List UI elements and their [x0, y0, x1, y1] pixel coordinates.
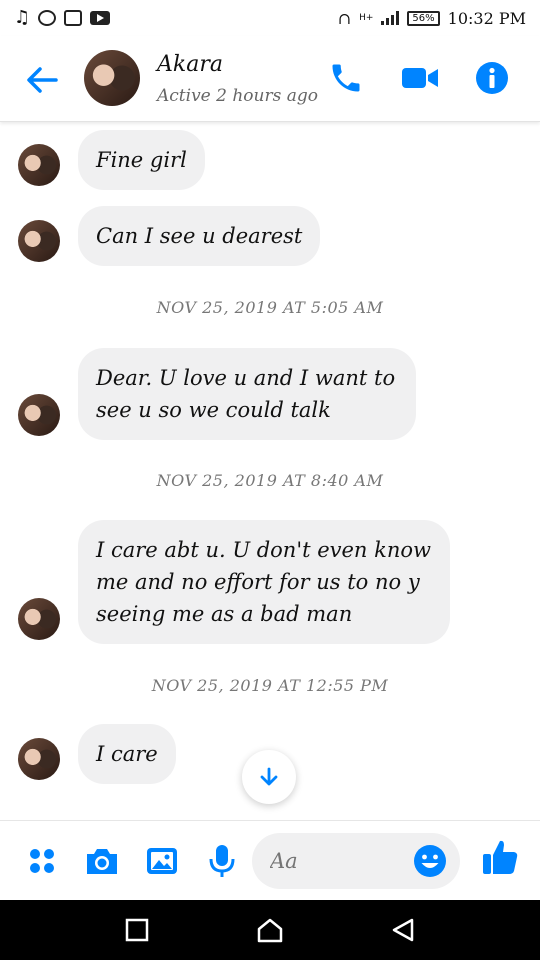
more-actions-button[interactable] — [22, 841, 62, 881]
phone-icon — [332, 64, 360, 92]
home-button[interactable] — [250, 910, 290, 950]
thumbs-up-icon — [483, 840, 518, 874]
image-icon — [147, 848, 177, 874]
conversation-header: Akara Active 2 hours ago — [0, 36, 540, 122]
message-bubble[interactable]: I care abt u. U don't even know me and n… — [78, 520, 450, 644]
message-timestamp: NOV 25, 2019 AT 5:05 AM — [156, 298, 384, 317]
message-bubble[interactable]: I care — [78, 724, 176, 784]
microphone-icon — [209, 845, 235, 877]
youtube-notification-icon — [90, 11, 111, 25]
back-arrow-icon[interactable] — [22, 60, 62, 100]
sender-avatar[interactable] — [18, 220, 60, 262]
signal-icon — [381, 11, 400, 25]
image-notification-icon — [64, 10, 83, 26]
message-thread[interactable]: Fine girl Can I see u dearest NOV 25, 20… — [0, 122, 540, 822]
emoji-button[interactable] — [412, 843, 448, 879]
camera-icon — [87, 849, 117, 874]
info-icon — [476, 62, 508, 94]
camera-button[interactable] — [82, 841, 122, 881]
recent-apps-button[interactable] — [117, 910, 157, 950]
sender-avatar[interactable] — [18, 738, 60, 780]
status-bar: ♫ ∩ H+ 56% 10:32 PM — [0, 0, 540, 36]
message-timestamp: NOV 25, 2019 AT 8:40 AM — [156, 471, 384, 490]
music-note-icon: ♫ — [14, 7, 31, 28]
sender-avatar[interactable] — [18, 394, 60, 436]
android-navigation-bar — [0, 900, 540, 960]
arrow-down-icon — [260, 767, 278, 786]
back-triangle-icon — [393, 918, 414, 942]
message-composer — [0, 820, 540, 900]
back-button[interactable] — [383, 910, 423, 950]
voice-call-button[interactable] — [326, 58, 366, 98]
video-call-button[interactable] — [400, 58, 440, 98]
message-bubble[interactable]: Dear. U love u and I want to see u so we… — [78, 348, 416, 440]
contact-name[interactable]: Akara — [157, 52, 223, 77]
sender-avatar[interactable] — [18, 598, 60, 640]
smiley-icon — [414, 845, 446, 877]
app-notification-icon — [38, 10, 57, 26]
like-button[interactable] — [480, 837, 520, 877]
network-type: H+ — [359, 13, 374, 23]
gallery-button[interactable] — [142, 841, 182, 881]
four-dots-icon — [30, 849, 54, 873]
conversation-info-button[interactable] — [472, 58, 512, 98]
voice-message-button[interactable] — [202, 841, 242, 881]
video-camera-icon — [402, 68, 438, 88]
contact-avatar[interactable] — [84, 50, 140, 106]
contact-active-status: Active 2 hours ago — [157, 86, 318, 106]
battery-icon: 56% — [407, 10, 440, 26]
sender-avatar[interactable] — [18, 144, 60, 186]
home-icon — [257, 918, 283, 943]
message-timestamp: NOV 25, 2019 AT 12:55 PM — [151, 676, 389, 695]
headphones-icon: ∩ — [337, 8, 352, 28]
scroll-to-bottom-button[interactable] — [242, 750, 296, 804]
message-bubble[interactable]: Can I see u dearest — [78, 206, 321, 266]
message-bubble[interactable]: Fine girl — [78, 130, 205, 190]
clock: 10:32 PM — [447, 8, 526, 28]
square-icon — [125, 918, 148, 942]
